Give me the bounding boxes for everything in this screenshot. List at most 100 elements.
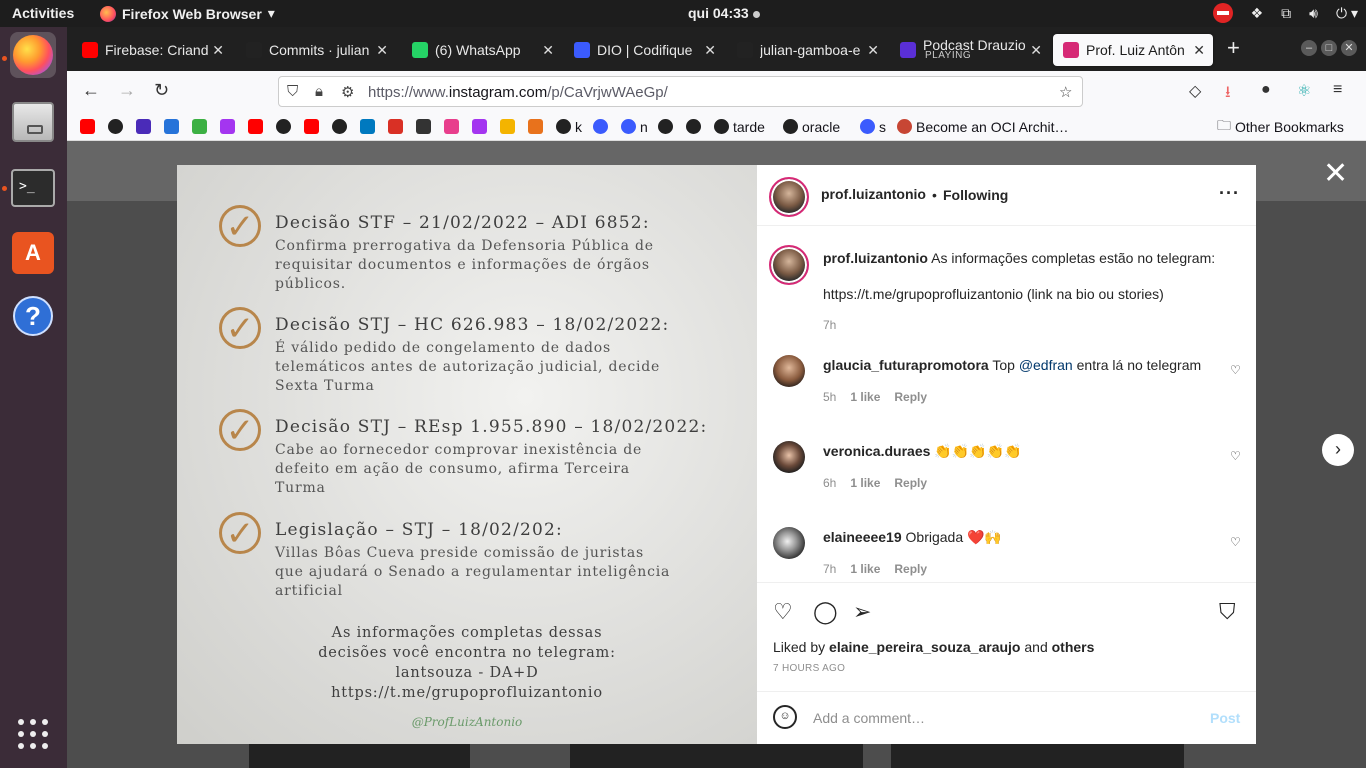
help-launcher[interactable]: ? [10, 293, 56, 339]
firefox-launcher[interactable] [10, 32, 56, 78]
bookmark-item[interactable]: s [860, 118, 886, 135]
downloads-icon[interactable]: ⭳ [1225, 81, 1231, 108]
tab[interactable]: julian-gamboa-e ✕ [727, 34, 887, 66]
close-tab-icon[interactable]: ✕ [1193, 42, 1205, 59]
reply-button[interactable]: Reply [894, 562, 927, 576]
tab[interactable]: Commits · julian ✕ [236, 34, 396, 66]
comment-time[interactable]: 5h [823, 390, 836, 404]
avatar[interactable] [769, 245, 809, 285]
minimize-button[interactable]: – [1301, 40, 1317, 56]
avatar[interactable] [773, 527, 805, 559]
maximize-button[interactable]: □ [1321, 40, 1337, 56]
caption-username[interactable]: prof.luizantonio [823, 250, 928, 266]
post-comment-button[interactable]: Post [1210, 710, 1240, 726]
like-icon[interactable]: ♡ [773, 599, 793, 625]
bookmark-item[interactable] [472, 118, 487, 135]
permissions-icon[interactable]: ⚙ [341, 83, 354, 101]
next-post-button[interactable]: › [1322, 434, 1354, 466]
emoji-icon[interactable]: ☺ [773, 705, 797, 729]
close-tab-icon[interactable]: ✕ [704, 42, 716, 59]
bookmark-item[interactable] [686, 118, 701, 135]
liked-by-others[interactable]: others [1052, 639, 1095, 655]
bookmark-item[interactable] [108, 118, 123, 135]
bookmark-item[interactable] [164, 118, 179, 135]
bookmark-item[interactable] [500, 118, 515, 135]
comment-input[interactable]: Add a comment… [813, 710, 925, 726]
forward-button[interactable]: → [118, 80, 136, 101]
lock-icon[interactable]: 🔒︎ [315, 83, 323, 100]
app-menu[interactable]: Firefox Web Browser ▾ [100, 5, 275, 22]
close-tab-icon[interactable]: ✕ [1030, 42, 1042, 59]
comment-likes[interactable]: 1 like [850, 476, 880, 490]
comment-username[interactable]: glaucia_futurapromotora [823, 357, 989, 373]
tab[interactable]: Prof. Luiz Antôn ✕ [1053, 34, 1213, 66]
comment-username[interactable]: elaineeee19 [823, 529, 902, 545]
do-not-disturb-icon[interactable] [1212, 3, 1233, 23]
bookmark-item[interactable] [444, 118, 459, 135]
bookmark-item[interactable]: n [621, 118, 648, 135]
bookmark-item[interactable] [658, 118, 673, 135]
pocket-icon[interactable]: ◇ [1189, 81, 1201, 101]
react-devtools-icon[interactable]: ⚛ [1297, 81, 1311, 101]
activities-button[interactable]: Activities [12, 5, 74, 21]
comment-likes[interactable]: 1 like [850, 390, 880, 404]
like-comment-icon[interactable]: ♡ [1230, 535, 1241, 549]
close-tab-icon[interactable]: ✕ [376, 42, 388, 59]
software-launcher[interactable]: A [10, 230, 56, 276]
bookmark-item[interactable] [276, 118, 291, 135]
other-bookmarks[interactable]: 🗀 Other Bookmarks [1217, 117, 1344, 135]
bookmark-item[interactable]: Become an OCI Archit… [897, 118, 1069, 135]
liked-by-user[interactable]: elaine_pereira_souza_araujo [829, 639, 1020, 655]
close-tab-icon[interactable]: ✕ [542, 42, 554, 59]
bookmark-item[interactable] [416, 118, 431, 135]
following-button[interactable]: Following [943, 187, 1008, 203]
bookmark-item[interactable] [136, 118, 151, 135]
back-button[interactable]: ← [82, 80, 100, 101]
comment-icon[interactable]: ◯ [813, 599, 838, 625]
bookmark-item[interactable] [304, 118, 319, 135]
power-icon[interactable]: ⏻ ▾ [1336, 5, 1358, 22]
bookmark-item[interactable] [388, 118, 403, 135]
show-apps-button[interactable] [10, 711, 56, 757]
bookmark-item[interactable] [528, 118, 543, 135]
bookmark-item[interactable] [332, 118, 347, 135]
reload-button[interactable]: ↻ [154, 80, 169, 101]
avatar[interactable] [773, 441, 805, 473]
bookmark-item[interactable] [248, 118, 263, 135]
bookmark-item[interactable] [220, 118, 235, 135]
bookmark-star-icon[interactable]: ☆ [1059, 83, 1072, 101]
system-tray[interactable]: ❖ ⧉ 🔊︎ ⏻ ▾ [1212, 3, 1358, 23]
new-tab-button[interactable]: + [1227, 35, 1240, 61]
header-username[interactable]: prof.luizantonio [821, 186, 926, 202]
bookmark-item[interactable] [593, 118, 608, 135]
tab[interactable]: DIO | Codifique ✕ [564, 34, 724, 66]
tab[interactable]: (6) WhatsApp ✕ [402, 34, 562, 66]
bookmark-item[interactable]: k [556, 118, 582, 135]
tab[interactable]: Firebase: Criand ✕ [72, 34, 232, 66]
avatar[interactable] [773, 355, 805, 387]
dropbox-icon[interactable]: ❖ [1251, 5, 1264, 22]
terminal-launcher[interactable]: >_ [10, 165, 56, 211]
network-icon[interactable]: ⧉ [1281, 5, 1291, 22]
like-comment-icon[interactable]: ♡ [1230, 363, 1241, 377]
close-tab-icon[interactable]: ✕ [212, 42, 224, 59]
close-window-button[interactable]: ✕ [1341, 40, 1357, 56]
tab[interactable]: Podcast Drauzio PLAYING ✕ [890, 34, 1050, 66]
address-bar[interactable]: ⛉ 🔒︎ ⚙ https://www.instagram.com/p/CaVrj… [278, 76, 1083, 107]
save-icon[interactable]: ⛉ [1219, 599, 1236, 625]
more-options-icon[interactable]: ··· [1219, 183, 1240, 204]
like-comment-icon[interactable]: ♡ [1230, 449, 1241, 463]
caption-time[interactable]: 7h [823, 318, 836, 332]
close-tab-icon[interactable]: ✕ [867, 42, 879, 59]
reply-button[interactable]: Reply [894, 476, 927, 490]
comment-likes[interactable]: 1 like [850, 562, 880, 576]
comment-username[interactable]: veronica.duraes [823, 443, 930, 459]
avatar[interactable] [769, 177, 809, 217]
url-text[interactable]: https://www.instagram.com/p/CaVrjwWAeGp/ [368, 84, 668, 101]
close-modal-button[interactable]: ✕ [1323, 156, 1348, 191]
clock[interactable]: qui 04:33 [688, 5, 760, 21]
reply-button[interactable]: Reply [894, 390, 927, 404]
menu-icon[interactable]: ≡ [1333, 81, 1342, 99]
mention-link[interactable]: @edfran [1019, 357, 1073, 373]
extension-icon[interactable]: ● [1261, 81, 1271, 99]
